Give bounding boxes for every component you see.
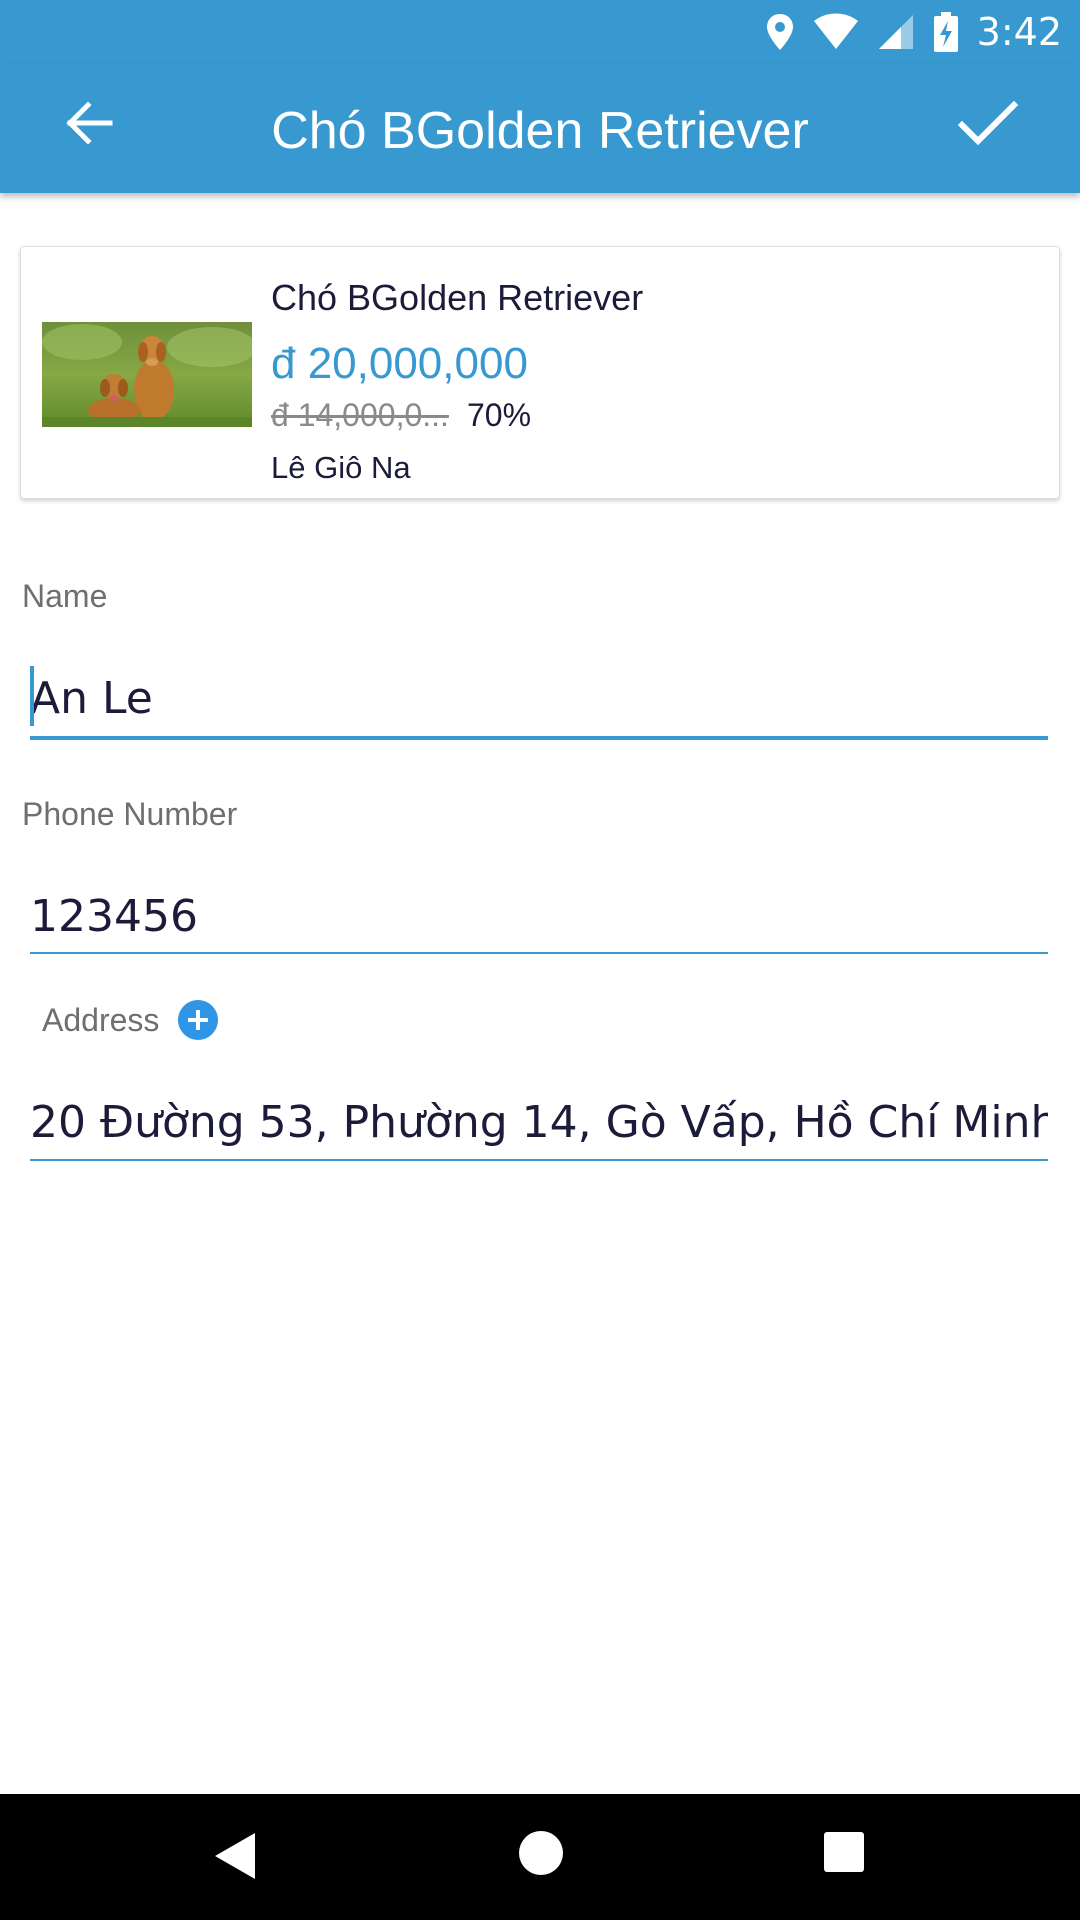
product-seller: Lê Giô Na <box>271 450 411 485</box>
signal-icon <box>878 15 913 49</box>
product-card[interactable]: Chó BGolden Retriever đ 20,000,000 đ 14,… <box>20 246 1060 499</box>
arrow-back-icon <box>66 101 113 145</box>
product-name: Chó BGolden Retriever <box>271 277 644 318</box>
wifi-icon <box>813 13 858 49</box>
status-time: 3:42 <box>976 10 1062 54</box>
nav-recents-icon[interactable] <box>824 1832 864 1872</box>
product-price: đ 20,000,000 <box>271 339 528 388</box>
battery-charging-icon <box>933 12 958 52</box>
phone-field-underline <box>30 952 1048 954</box>
text-caret <box>30 666 34 726</box>
check-icon <box>957 100 1019 146</box>
name-field-underline <box>30 736 1048 740</box>
confirm-button[interactable] <box>956 93 1020 153</box>
name-label: Name <box>22 578 108 614</box>
phone-label: Phone Number <box>22 796 238 832</box>
address-label: Address <box>42 1002 160 1038</box>
navigation-bar <box>0 1794 1080 1920</box>
product-image <box>42 322 252 427</box>
nav-back-icon[interactable] <box>213 1831 257 1881</box>
location-icon <box>766 14 793 50</box>
status-bar: 3:42 <box>0 0 1080 63</box>
product-old-price: đ 14,000,0... <box>271 397 449 433</box>
nav-home-icon[interactable] <box>519 1831 563 1875</box>
page-title: Chó BGolden Retriever <box>271 102 809 160</box>
address-field[interactable]: 20 Đường 53, Phường 14, Gò Vấp, Hồ Chí M… <box>30 1090 1048 1156</box>
status-icons: 3:42 <box>765 8 1062 56</box>
add-circle-icon <box>188 1010 208 1030</box>
product-discount: 70% <box>467 397 532 433</box>
address-field-underline <box>30 1159 1048 1161</box>
app-bar: Chó BGolden Retriever <box>0 63 1080 193</box>
name-field[interactable]: An Le <box>30 666 1048 732</box>
add-address-button[interactable] <box>178 1000 218 1040</box>
phone-field[interactable]: 123456 <box>30 884 1048 950</box>
back-button[interactable] <box>60 93 120 153</box>
